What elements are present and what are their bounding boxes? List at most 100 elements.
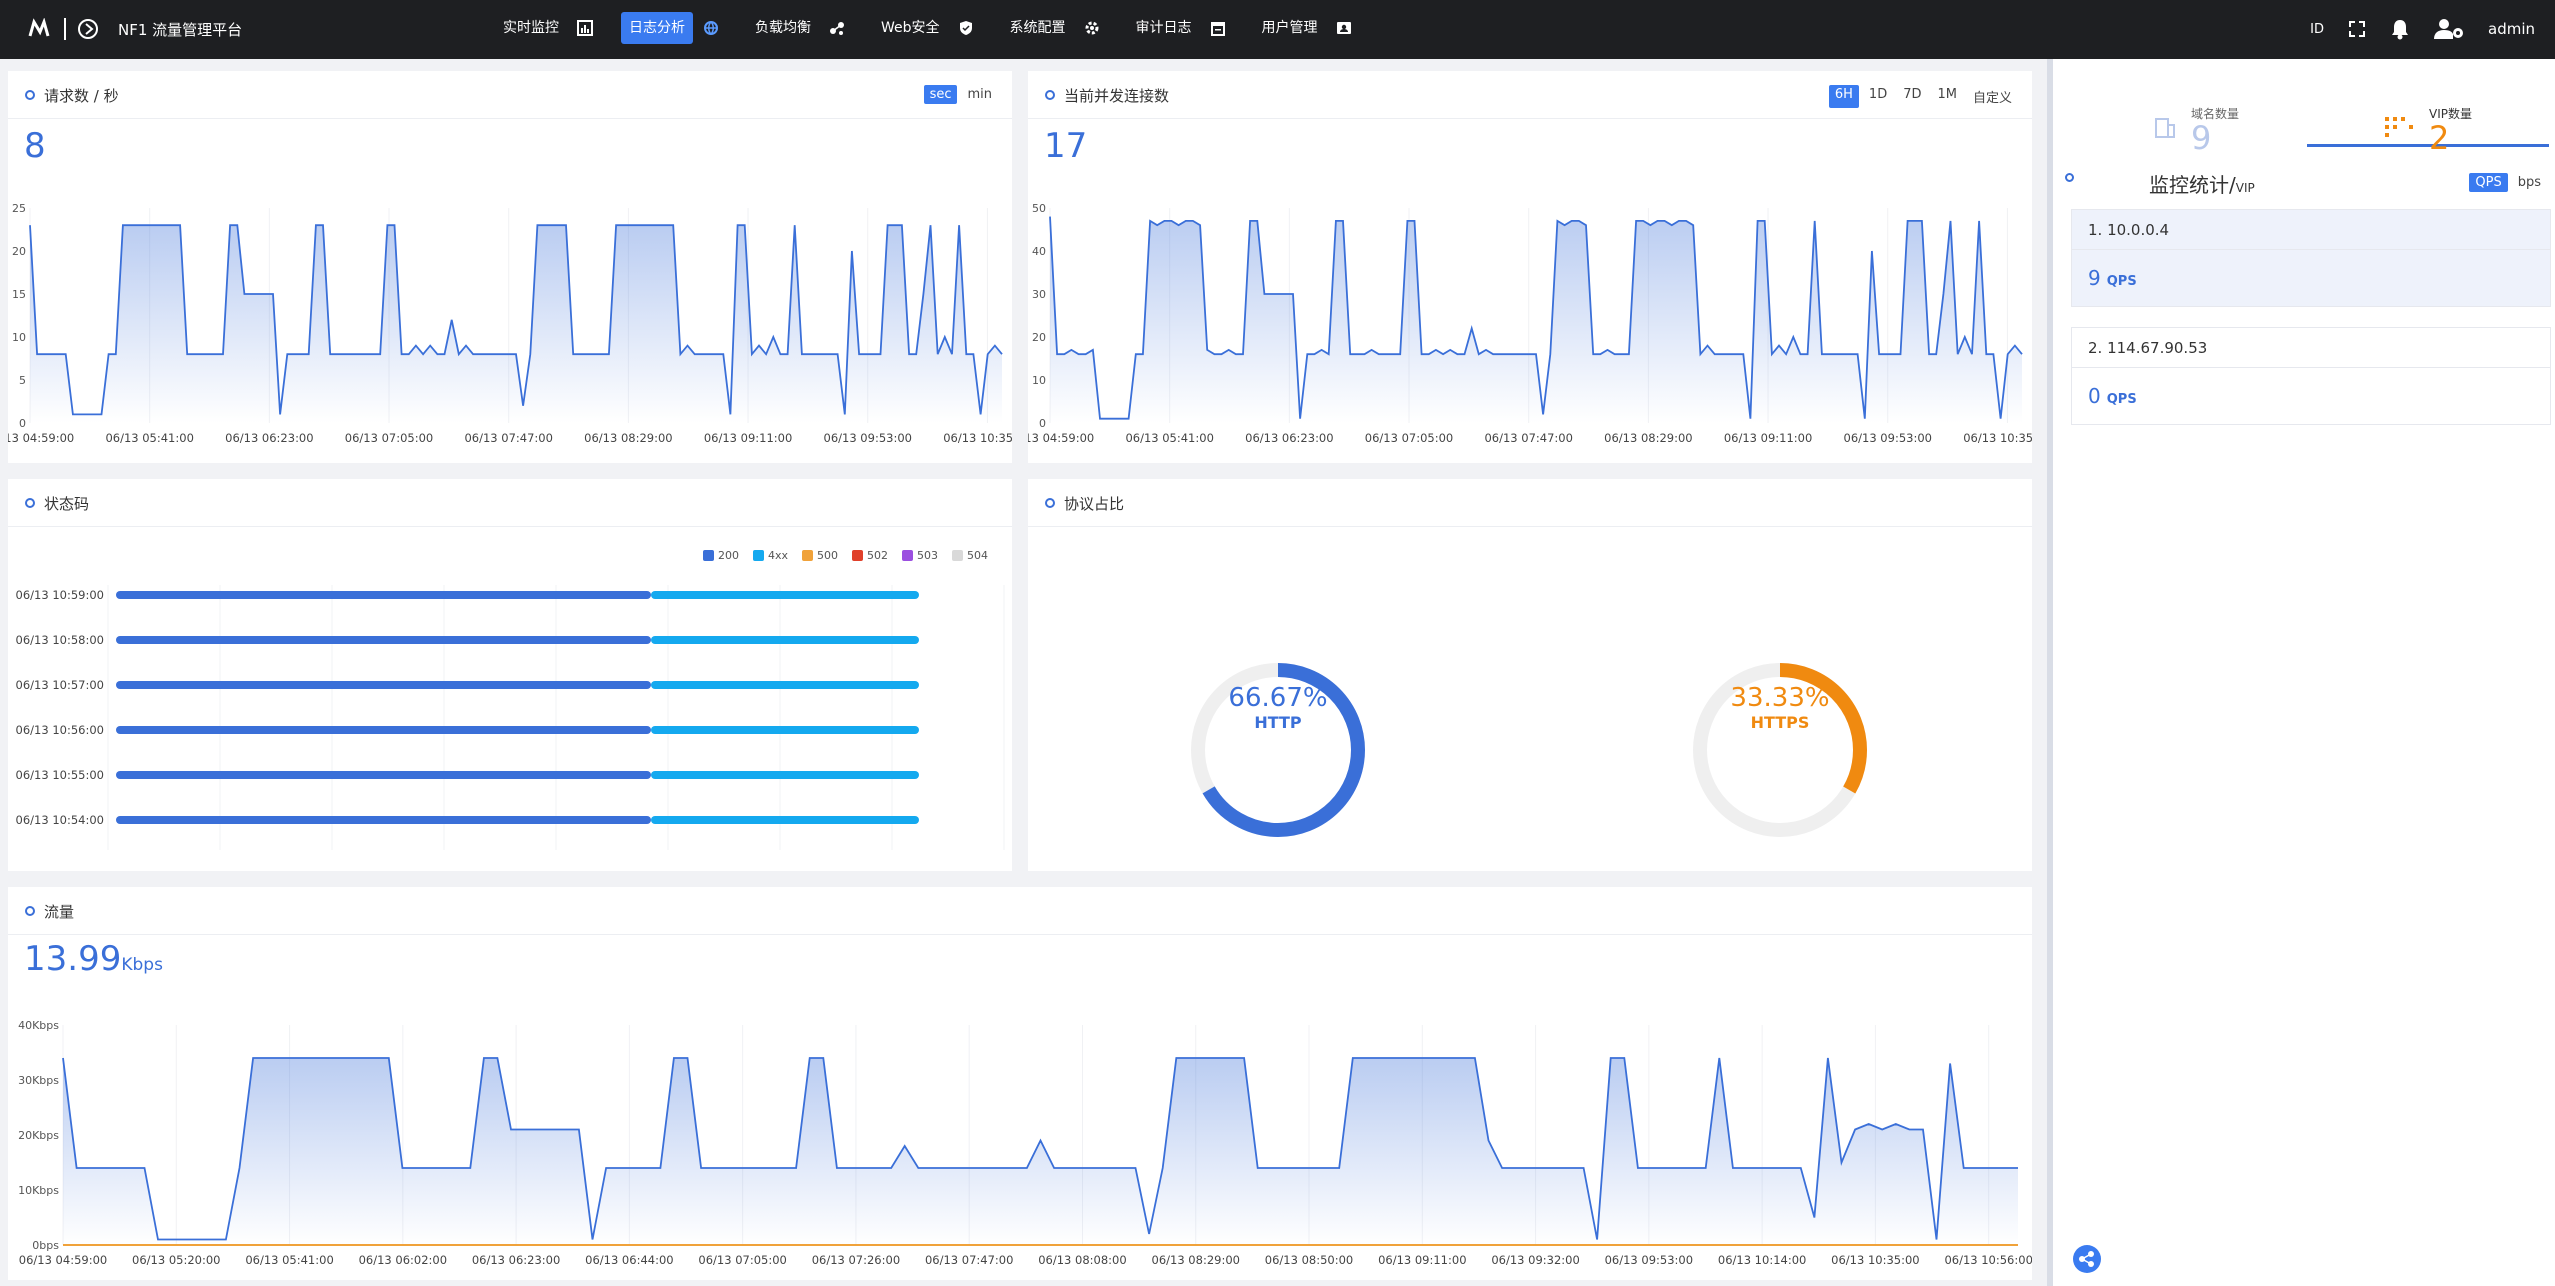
share-button[interactable] — [2073, 1245, 2101, 1273]
panel-title: 状态码 — [44, 495, 90, 513]
calendar-icon — [1210, 22, 1225, 36]
shield-icon — [959, 21, 972, 35]
legend-item[interactable]: 504 — [952, 549, 988, 562]
y-tick-label: 06/13 10:59:00 — [16, 588, 104, 602]
traffic-panel: 流量 13.99Kbps 0bps 10Kbps 20Kbps 30Kbps 40Kbp… — [8, 887, 2032, 1280]
x-tick-label: 06/13 06:23:00 — [472, 1253, 560, 1267]
toggle-option[interactable]: bps — [2512, 173, 2547, 192]
metric-toggle: QPS bps — [2469, 173, 2547, 192]
logo[interactable]: NF1 流量管理平台 — [28, 14, 242, 44]
vip-count-value: 2 — [2429, 119, 2450, 157]
toggle-option[interactable]: sec — [923, 85, 958, 104]
x-tick-label: 06/13 06:44:00 — [585, 1253, 673, 1267]
x-tick-label: 06/13 06:02:00 — [359, 1253, 447, 1267]
x-tick-label: 06/13 05:41:00 — [245, 1253, 333, 1267]
x-tick-label: 06/13 09:11:00 — [704, 431, 792, 445]
nav-item-label: 用户管理 — [1261, 20, 1318, 36]
y-tick-label: 10Kbps — [18, 1184, 59, 1197]
connections-chart: 0 10 20 30 40 50 06/13 04:59:00 06/13 05:41:00 0… — [1028, 202, 2032, 445]
panel-title: 当前并发连接数 — [1064, 87, 1170, 105]
connections-panel: 当前并发连接数 6H1D7D1M自定义 17 0 10 20 30 40 50 06/13 … — [1028, 71, 2032, 463]
https-percent: 33.33% — [1730, 683, 1830, 713]
y-tick-label: 10 — [12, 331, 26, 344]
top-navbar: NF1 流量管理平台 实时监控 日志分析 负载均衡 Web安全 系统配置 审计日志 用户管理… — [0, 0, 2555, 59]
y-tick-label: 15 — [12, 288, 26, 301]
toggle-option[interactable]: 1D — [1863, 85, 1893, 108]
legend-item[interactable]: 503 — [902, 549, 938, 562]
x-tick-label: 06/13 10:35:00 — [1963, 431, 2032, 445]
logo-divider — [64, 18, 66, 40]
toggle-option[interactable]: min — [961, 85, 998, 104]
vip-count-card[interactable]: VIP数量 2 — [2307, 77, 2549, 157]
id-card-icon — [1336, 22, 1351, 34]
fullscreen-icon[interactable] — [2348, 20, 2366, 38]
bar-200 — [116, 726, 651, 734]
nav-item-0[interactable]: 实时监控 — [495, 12, 593, 44]
http-name: HTTP — [1254, 713, 1302, 732]
nav-item-label: 审计日志 — [1135, 20, 1192, 36]
status-codes-panel: 状态码 200 4xx 500 502 503 504 06/13 10:59:00 06/… — [8, 479, 1012, 871]
vip-number: 0 — [2088, 384, 2101, 408]
nav-item-label: Web安全 — [881, 20, 940, 36]
toggle-option[interactable]: 6H — [1828, 85, 1859, 108]
monitor-title: 监控统计/VIP — [2149, 169, 2255, 198]
legend-swatch — [852, 550, 863, 561]
username[interactable]: admin — [2488, 20, 2535, 38]
vip-item[interactable]: 1. 10.0.0.4 9 QPS — [2071, 209, 2551, 307]
legend-item[interactable]: 500 — [802, 549, 838, 562]
x-tick-label: 06/13 09:32:00 — [1491, 1253, 1579, 1267]
y-tick-label: 0 — [19, 417, 26, 430]
brand-title: NF1 流量管理平台 — [118, 20, 243, 39]
legend-swatch — [752, 550, 764, 561]
legend-swatch — [902, 550, 913, 561]
traffic-value: 13.99 — [24, 939, 122, 979]
nav-item-1[interactable]: 日志分析 — [621, 12, 719, 44]
domain-count-card[interactable]: 域名数量 9 — [2053, 77, 2303, 157]
toggle-option[interactable]: 7D — [1897, 85, 1927, 108]
id-badge[interactable]: ID — [2310, 22, 2324, 37]
y-tick-label: 30Kbps — [18, 1074, 59, 1087]
vip-unit: QPS — [2106, 392, 2137, 407]
nav-item-3[interactable]: Web安全 — [873, 12, 974, 44]
x-tick-label: 06/13 09:11:00 — [1378, 1253, 1466, 1267]
vip-ip: 2. 114.67.90.53 — [2072, 328, 2550, 368]
toggle-option[interactable]: 1M — [1931, 85, 1963, 108]
toggle-option[interactable]: 自定义 — [1967, 85, 2018, 108]
x-tick-label: 06/13 10:14:00 — [1718, 1253, 1806, 1267]
x-tick-label: 06/13 08:08:00 — [1038, 1253, 1126, 1267]
user-settings-icon[interactable] — [2434, 18, 2464, 40]
toggle-option[interactable]: QPS — [2469, 173, 2508, 192]
bar-4xx — [651, 591, 919, 599]
bell-icon[interactable] — [2390, 18, 2410, 40]
legend-item[interactable]: 502 — [852, 549, 888, 562]
legend-swatch — [702, 550, 714, 561]
legend-item[interactable]: 200 — [702, 549, 739, 562]
protocol-panel: 协议占比 66.67% HTTP 33.33% HTTPS — [1028, 479, 2032, 871]
y-tick-label: 20Kbps — [18, 1129, 59, 1142]
y-tick-label: 25 — [12, 202, 26, 215]
nodes-icon — [830, 22, 844, 35]
x-tick-label: 06/13 10:56:00 — [1944, 1253, 2032, 1267]
nav-item-6[interactable]: 用户管理 — [1254, 12, 1352, 44]
legend-item[interactable]: 4xx — [752, 549, 788, 562]
nav-item-2[interactable]: 负载均衡 — [747, 12, 845, 44]
main-nav: 实时监控 日志分析 负载均衡 Web安全 系统配置 审计日志 用户管理 — [495, 12, 1380, 44]
bar-200 — [116, 591, 651, 599]
vip-number: 9 — [2088, 266, 2101, 290]
nav-item-4[interactable]: 系统配置 — [1002, 12, 1100, 44]
globe-icon — [704, 21, 718, 35]
y-tick-label: 06/13 10:56:00 — [16, 723, 104, 737]
vip-item[interactable]: 2. 114.67.90.53 0 QPS — [2071, 327, 2551, 425]
domain-count-value: 9 — [2191, 119, 2212, 157]
y-tick-label: 40Kbps — [18, 1019, 59, 1032]
legend-label: 200 — [717, 549, 739, 562]
current-value: 17 — [1044, 126, 1088, 166]
x-tick-label: 06/13 04:59:00 — [19, 1253, 107, 1267]
vip-value: 9 QPS — [2072, 250, 2550, 306]
nav-item-5[interactable]: 审计日志 — [1128, 12, 1226, 44]
vip-value: 0 QPS — [2072, 368, 2550, 424]
y-tick-label: 50 — [1032, 202, 1046, 215]
x-tick-label: 06/13 09:11:00 — [1724, 431, 1812, 445]
x-tick-label: 06/13 10:35:00 — [1831, 1253, 1919, 1267]
range-toggle: 6H 1D 7D 1M 自定义 — [1828, 85, 2018, 108]
